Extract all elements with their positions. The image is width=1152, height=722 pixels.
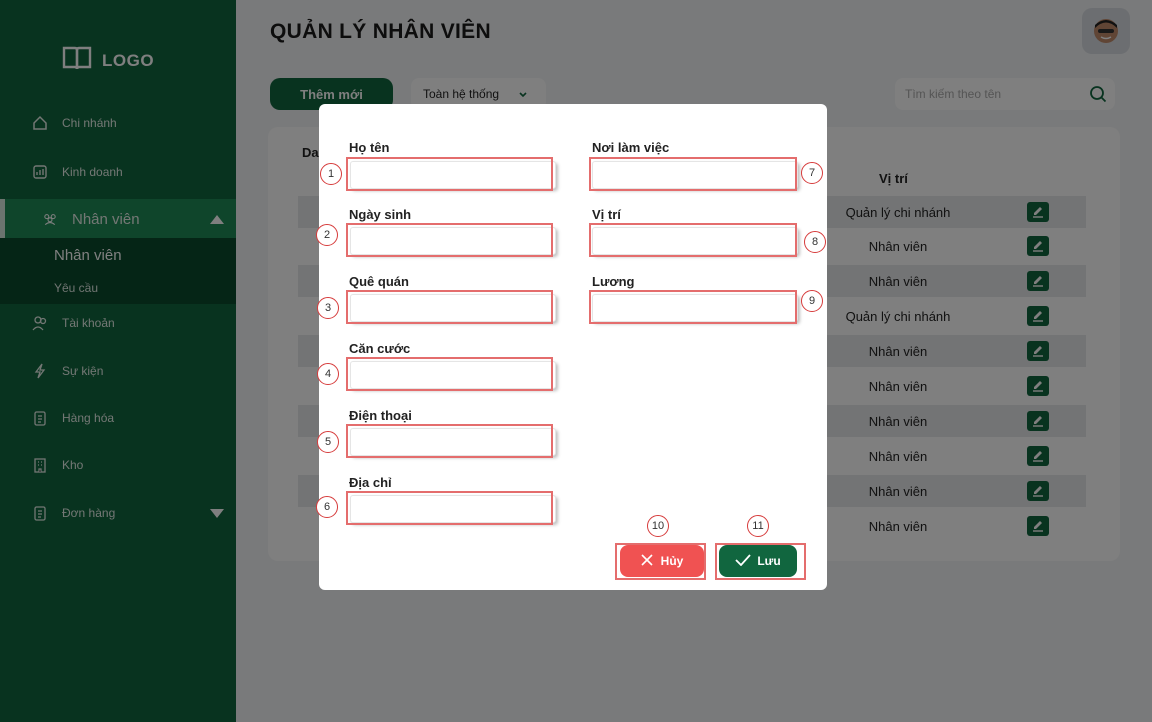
annotation-badge: 7 [801,162,823,184]
annotation-badge: 3 [317,297,339,319]
annotation-badge: 6 [316,496,338,518]
annotation-box [346,290,553,324]
annotation-badge: 10 [647,515,669,537]
label-position: Vị trí [592,207,621,222]
cancel-label: Hủy [660,554,684,568]
annotation-badge: 4 [317,363,339,385]
label-workplace: Nơi làm việc [592,140,670,155]
annotation-box [346,491,553,525]
check-icon [735,553,751,569]
cancel-button[interactable]: Hủy [620,545,704,577]
annotation-badge: 11 [747,515,769,537]
annotation-badge: 8 [804,231,826,253]
annotation-box [346,424,553,458]
annotation-badge: 9 [801,290,823,312]
save-label: Lưu [757,554,781,568]
annotation-badge: 1 [320,163,342,185]
annotation-box [589,223,797,257]
label-id-card: Căn cước [349,341,411,356]
annotation-box [346,357,553,391]
annotation-box [589,290,797,324]
save-button[interactable]: Lưu [719,545,797,577]
label-full-name: Họ tên [349,140,390,155]
annotation-badge: 2 [316,224,338,246]
label-salary: Lương [592,274,635,289]
add-employee-modal: Họ tên 1 Ngày sinh 2 Quê quán 3 Căn cước… [316,104,827,590]
annotation-box [346,223,553,257]
annotation-box [346,157,553,191]
close-icon [641,553,653,569]
label-phone: Điện thoại [349,408,412,423]
label-birth-date: Ngày sinh [349,207,412,222]
label-address: Địa chỉ [349,475,392,490]
annotation-badge: 5 [317,431,339,453]
label-hometown: Quê quán [349,274,409,289]
annotation-box [589,157,797,191]
